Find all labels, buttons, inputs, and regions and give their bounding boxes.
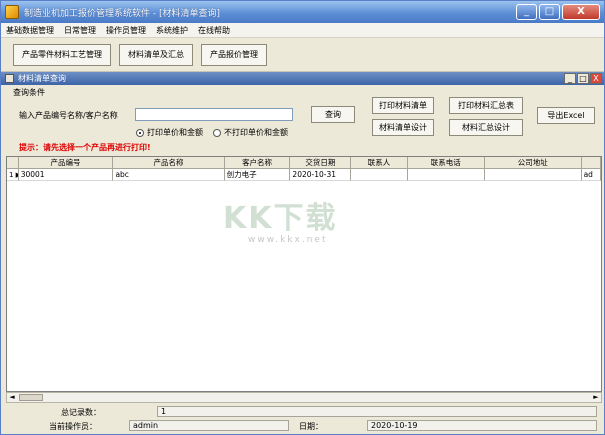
toolbar: 产品零件材料工艺管理 材料清单及汇总 产品报价管理: [1, 38, 604, 72]
print-list-button[interactable]: 打印材料清单: [372, 97, 434, 114]
child-minimize-button[interactable]: _: [564, 73, 576, 84]
child-controls: _ □ X: [564, 73, 602, 84]
product-quote-button[interactable]: 产品报价管理: [201, 43, 267, 66]
header-extra: [582, 157, 601, 168]
menu-operator[interactable]: 操作员管理: [101, 25, 151, 36]
design-list-button[interactable]: 材料清单设计: [372, 119, 434, 136]
scroll-thumb[interactable]: [19, 394, 43, 401]
query-input[interactable]: [135, 108, 293, 121]
date-value: 2020-10-19: [367, 420, 597, 431]
app-icon: [5, 5, 19, 19]
radio-unchecked-icon: [213, 128, 221, 137]
radio-print-price[interactable]: 打印单价和金额: [136, 127, 203, 138]
header-selector: [7, 157, 19, 168]
watermark-url: www.kkx.net: [248, 235, 328, 245]
radio-checked-icon: [136, 128, 144, 137]
cell-delivery-date: 2020-10-31: [290, 169, 352, 181]
window-title: 制造业机加工报价管理系统软件 - [材料清单查询]: [24, 8, 220, 19]
cell-address: [484, 169, 582, 181]
menu-bar: 基础数据管理 日常管理 操作员管理 系统维护 在线帮助: [1, 23, 604, 38]
app-window: 制造业机加工报价管理系统软件 - [材料清单查询] _ □ X 基础数据管理 日…: [0, 0, 605, 435]
table-row[interactable]: 1 ▶ 30001 abc 创力电子 2020-10-31 ad: [7, 169, 601, 181]
header-address[interactable]: 公司地址: [485, 157, 582, 168]
menu-daily[interactable]: 日常管理: [59, 25, 101, 36]
child-close-button[interactable]: X: [590, 73, 602, 84]
design-summary-button[interactable]: 材料汇总设计: [449, 119, 523, 136]
header-product-name[interactable]: 产品名称: [113, 157, 225, 168]
header-contact[interactable]: 联系人: [351, 157, 408, 168]
date-label: 日期：: [299, 422, 323, 431]
row-indicator: 1 ▶: [7, 169, 19, 181]
cell-phone: [407, 169, 485, 181]
scroll-left-icon[interactable]: ◄: [7, 393, 17, 402]
material-grid: 产品编号 产品名称 客户名称 交货日期 联系人 联系电话 公司地址 1 ▶ 30…: [6, 156, 602, 392]
close-button[interactable]: X: [562, 4, 600, 20]
operator-value: admin: [129, 420, 289, 431]
tip-text: 提示：请先选择一个产品再进行打印!: [19, 143, 151, 152]
scroll-right-icon[interactable]: ►: [591, 393, 601, 402]
header-phone[interactable]: 联系电话: [408, 157, 485, 168]
header-delivery-date[interactable]: 交货日期: [290, 157, 352, 168]
child-title: 材料清单查询: [18, 74, 66, 83]
query-group-label: 查询条件: [13, 88, 45, 97]
cell-extra: ad: [581, 169, 601, 181]
child-window-icon: [5, 74, 14, 83]
menu-help[interactable]: 在线帮助: [193, 25, 235, 36]
horizontal-scrollbar[interactable]: ◄ ►: [6, 392, 602, 403]
print-option-group: 打印单价和金额 不打印单价和金额: [136, 127, 288, 138]
header-customer[interactable]: 客户名称: [225, 157, 291, 168]
export-excel-button[interactable]: 导出Excel: [537, 107, 595, 124]
total-records-value: 1: [157, 406, 597, 417]
window-controls: _ □ X: [516, 4, 600, 20]
grid-header: 产品编号 产品名称 客户名称 交货日期 联系人 联系电话 公司地址: [7, 157, 601, 169]
query-label: 输入产品编号名称/客户名称: [19, 111, 118, 120]
watermark-logo: KK下载: [223, 201, 338, 236]
radio-no-print-price[interactable]: 不打印单价和金额: [213, 127, 288, 138]
menu-basic-data[interactable]: 基础数据管理: [1, 25, 59, 36]
cell-product-no: 30001: [18, 169, 114, 181]
total-records-label: 总记录数：: [61, 408, 101, 417]
print-summary-button[interactable]: 打印材料汇总表: [449, 97, 523, 114]
title-bar: 制造业机加工报价管理系统软件 - [材料清单查询] _ □ X: [1, 1, 604, 23]
query-button[interactable]: 查询: [311, 106, 355, 123]
cell-contact: [351, 169, 408, 181]
radio-print-label: 打印单价和金额: [147, 128, 203, 137]
menu-system[interactable]: 系统维护: [151, 25, 193, 36]
radio-no-print-label: 不打印单价和金额: [224, 128, 288, 137]
material-list-button[interactable]: 材料清单及汇总: [119, 43, 193, 66]
minimize-button[interactable]: _: [516, 4, 537, 20]
header-product-no[interactable]: 产品编号: [19, 157, 114, 168]
cell-product-name: abc: [113, 169, 225, 181]
child-maximize-button[interactable]: □: [577, 73, 589, 84]
cell-customer: 创力电子: [224, 169, 291, 181]
product-process-button[interactable]: 产品零件材料工艺管理: [13, 43, 111, 66]
operator-label: 当前操作员：: [49, 422, 97, 431]
child-title-bar: 材料清单查询 _ □ X: [1, 72, 604, 85]
maximize-button[interactable]: □: [539, 4, 560, 20]
